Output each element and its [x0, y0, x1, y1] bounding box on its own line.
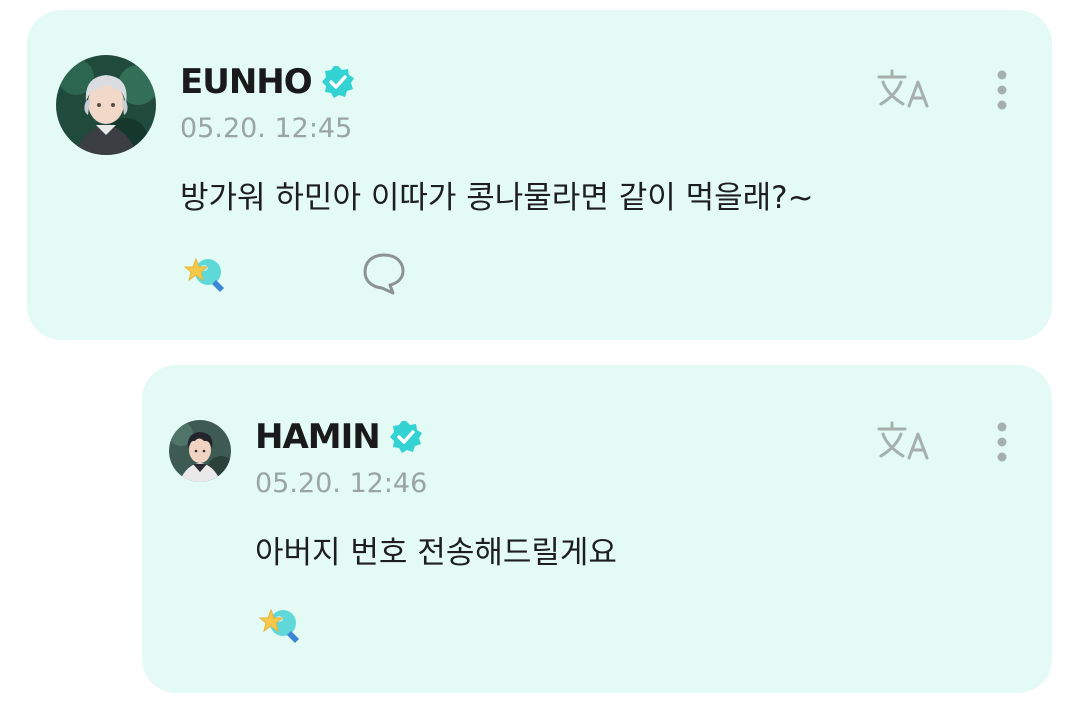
- more-vertical-icon[interactable]: [987, 66, 1017, 114]
- avatar-hamin-image: [169, 420, 231, 482]
- reply-message: 아버지 번호 전송해드릴게요: [255, 535, 617, 571]
- avatar-eunho-image: [56, 55, 156, 155]
- star-reaction-icon[interactable]: [180, 250, 234, 296]
- reply-card: HAMIN 05.20. 12:46 아버지 번호 전송해드릴게요: [142, 365, 1052, 693]
- comment-bubble-icon[interactable]: [357, 250, 411, 296]
- avatar-hamin[interactable]: [169, 420, 231, 482]
- translate-icon[interactable]: [873, 418, 937, 466]
- post-timestamp: 05.20. 12:45: [180, 113, 353, 144]
- post-author-row: EUNHO: [180, 62, 356, 102]
- reply-author-row: HAMIN: [255, 417, 424, 457]
- post-card: EUNHO 05.20. 12:45 방가워 하민아 이따가 콩나물라면 같이 …: [27, 10, 1052, 340]
- more-vertical-icon[interactable]: [987, 418, 1017, 466]
- post-author-name[interactable]: EUNHO: [180, 62, 313, 102]
- translate-icon[interactable]: [873, 66, 937, 114]
- reply-timestamp: 05.20. 12:46: [255, 468, 428, 499]
- reply-author-name[interactable]: HAMIN: [255, 417, 381, 457]
- avatar-eunho[interactable]: [56, 55, 156, 155]
- star-reaction-icon[interactable]: [255, 601, 309, 647]
- verified-badge-icon: [388, 419, 424, 455]
- post-message: 방가워 하민아 이따가 콩나물라면 같이 먹을래?~: [180, 180, 814, 216]
- verified-badge-icon: [320, 64, 356, 100]
